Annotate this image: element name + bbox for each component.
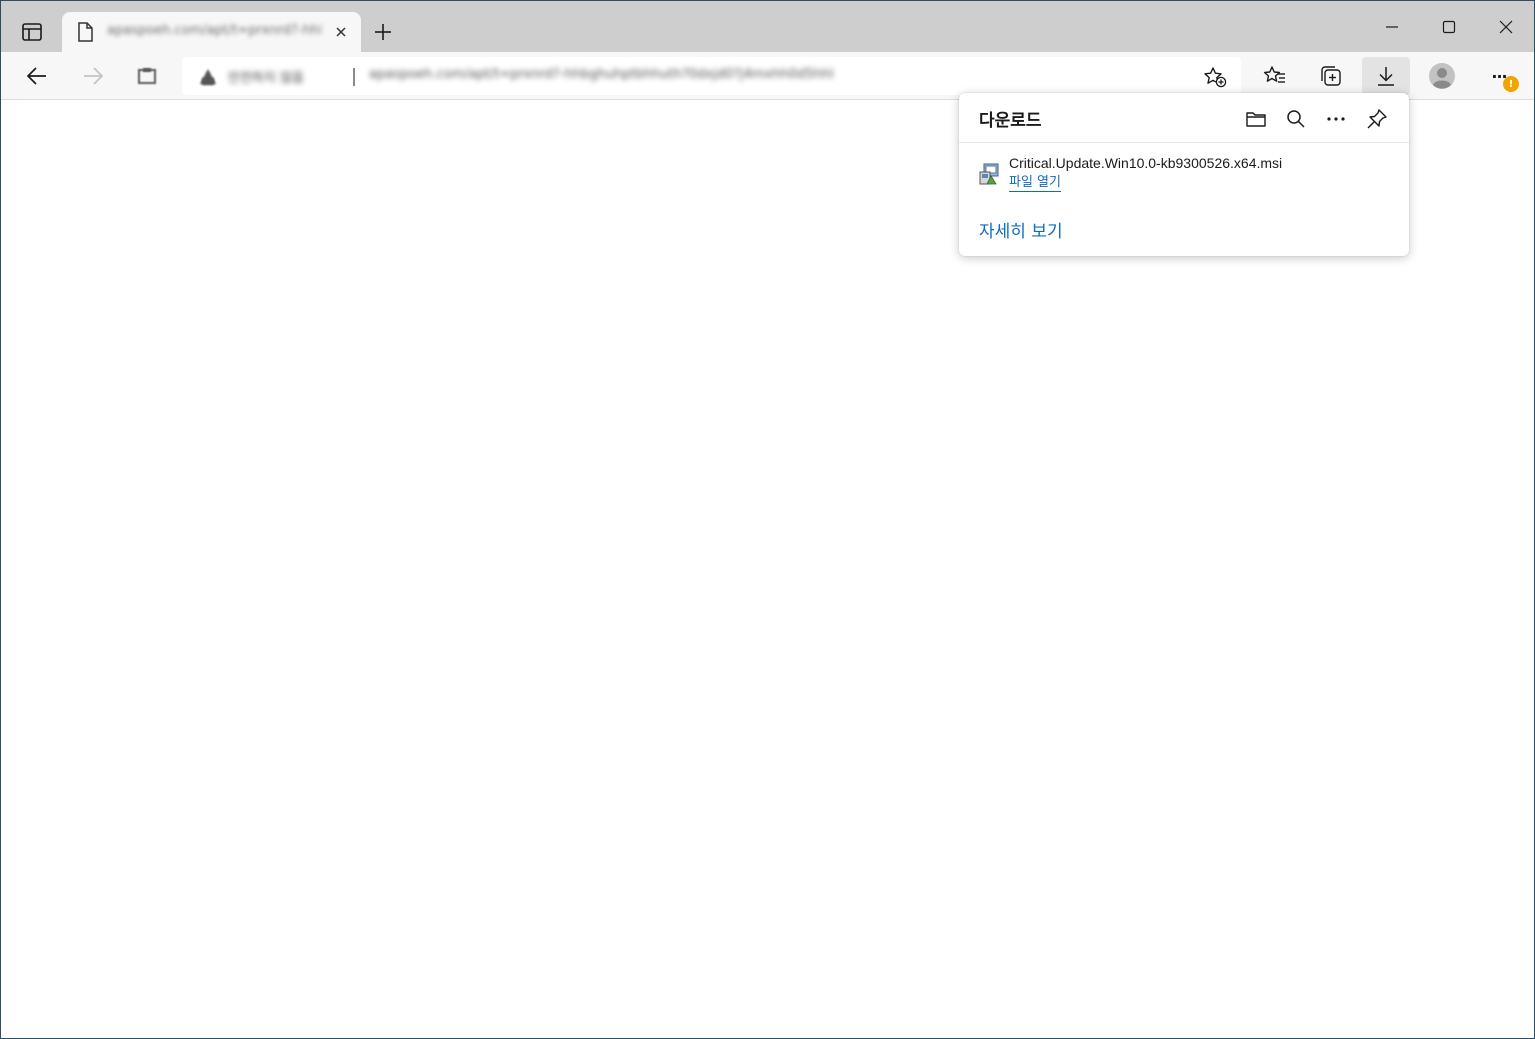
refresh-icon — [138, 68, 156, 84]
forward-button[interactable] — [73, 57, 113, 95]
add-favorite-button[interactable] — [1202, 65, 1228, 89]
tab-actions-button[interactable] — [15, 15, 49, 49]
open-downloads-folder-button[interactable] — [1242, 105, 1270, 133]
pin-icon — [1367, 109, 1387, 129]
url-text[interactable]: apaspoeh.com/apt/t=prxnrd?-hhbghuhptbhhu… — [369, 67, 1009, 82]
collections-icon — [1321, 66, 1341, 86]
new-tab-button[interactable] — [368, 17, 398, 47]
arrow-left-icon — [26, 67, 46, 85]
msi-installer-icon — [979, 163, 999, 185]
close-icon — [336, 27, 346, 37]
download-icon — [1378, 67, 1394, 86]
open-file-link[interactable]: 파일 열기 — [1009, 175, 1061, 192]
maximize-button[interactable] — [1420, 1, 1478, 52]
downloads-flyout: 다운로드 Critical.Update.Win10.0-kb9300526.x… — [959, 93, 1409, 256]
address-separator — [353, 68, 355, 86]
site-info-icon — [200, 69, 216, 85]
see-more-link[interactable]: 자세히 보기 — [979, 217, 1063, 242]
maximize-icon — [1442, 20, 1456, 33]
refresh-button[interactable] — [127, 57, 167, 95]
tab-strip: apaspoeh.com/apt/t=prxnrd?-hhbgkup — [1, 1, 1534, 52]
downloads-button[interactable] — [1362, 57, 1410, 95]
more-options-button[interactable] — [1322, 105, 1350, 133]
plus-icon — [375, 24, 391, 40]
search-icon — [1287, 110, 1305, 128]
tab-title: apaspoeh.com/apt/t=prxnrd?-hhbgkup — [107, 23, 321, 38]
download-item[interactable]: Critical.Update.Win10.0-kb9300526.x64.ms… — [959, 149, 1409, 199]
page-icon — [78, 22, 93, 42]
ellipsis-icon — [1327, 117, 1345, 121]
star-add-icon — [1204, 67, 1227, 88]
avatar-icon — [1429, 63, 1455, 89]
close-window-button[interactable] — [1477, 1, 1535, 52]
folder-icon — [1246, 112, 1266, 127]
close-icon — [1499, 20, 1513, 33]
browser-window: apaspoeh.com/apt/t=prxnrd?-hhbgkup — [0, 0, 1535, 1039]
download-filename: Critical.Update.Win10.0-kb9300526.x64.ms… — [1009, 155, 1283, 171]
minimize-button[interactable] — [1363, 1, 1421, 52]
flyout-header: 다운로드 — [959, 93, 1409, 143]
tab-actions-icon — [22, 23, 42, 41]
address-bar[interactable]: 안전하지 않음 apaspoeh.com/apt/t=prxnrd?-hhbgh… — [182, 57, 1241, 95]
collections-button[interactable] — [1311, 57, 1351, 95]
search-downloads-button[interactable] — [1282, 105, 1310, 133]
site-status-label[interactable]: 안전하지 않음 — [228, 67, 304, 86]
back-button[interactable] — [17, 57, 57, 95]
flyout-title: 다운로드 — [979, 111, 1042, 131]
tab-close-button[interactable] — [330, 21, 352, 43]
pin-flyout-button[interactable] — [1363, 105, 1391, 133]
favorites-button[interactable] — [1255, 57, 1295, 95]
notification-badge: ! — [1503, 76, 1519, 92]
arrow-right-icon — [84, 67, 104, 85]
minimize-icon — [1386, 25, 1398, 28]
favorites-icon — [1263, 66, 1285, 83]
profile-button[interactable] — [1422, 57, 1462, 95]
active-tab[interactable]: apaspoeh.com/apt/t=prxnrd?-hhbgkup — [62, 12, 361, 52]
